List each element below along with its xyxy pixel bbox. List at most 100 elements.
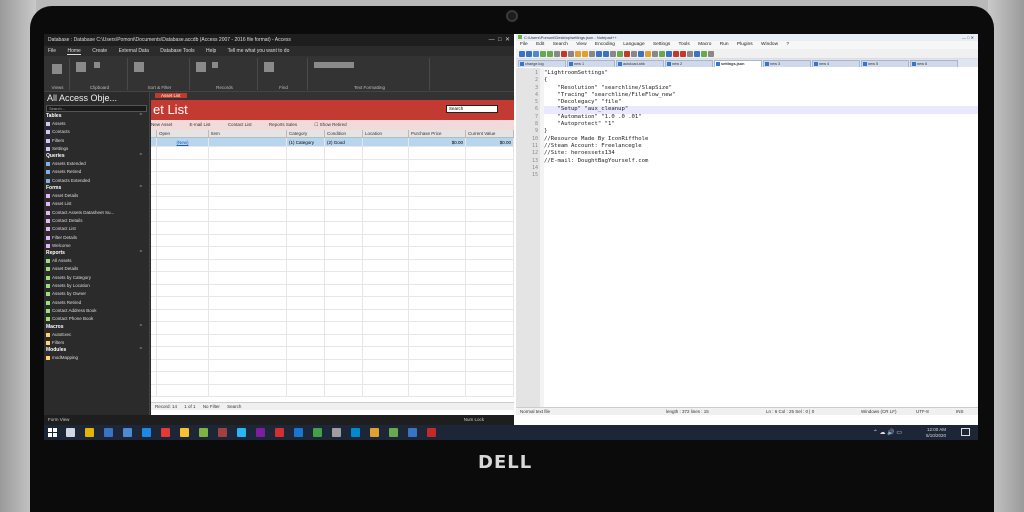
contact-list-button[interactable]: Contact List	[228, 122, 252, 127]
toolbar-button-icon[interactable]	[687, 50, 693, 57]
find-icon[interactable]	[264, 62, 274, 72]
nav-item[interactable]: Filter Details	[44, 234, 149, 242]
toolbar-button-icon[interactable]	[519, 50, 525, 57]
file-tab[interactable]: new 6	[910, 60, 958, 67]
nav-section-header[interactable]: Modules	[44, 347, 149, 354]
menu-help[interactable]: ?	[786, 42, 789, 47]
paste-icon[interactable]	[76, 62, 86, 72]
toolbar-button-icon[interactable]	[638, 50, 644, 57]
tab-file[interactable]: File	[48, 48, 56, 54]
code-line[interactable]	[544, 165, 978, 172]
taskbar-app-icon[interactable]	[275, 428, 284, 437]
menu-search[interactable]: Search	[553, 42, 568, 47]
taskbar-app-icon[interactable]	[199, 428, 208, 437]
column-header[interactable]: Item	[209, 130, 287, 137]
menu-view[interactable]: View	[576, 42, 586, 47]
toolbar-button-icon[interactable]	[617, 50, 623, 57]
nav-item[interactable]: Asset Details	[44, 265, 149, 273]
file-tab[interactable]: settings.json	[714, 60, 762, 67]
toolbar-button-icon[interactable]	[554, 50, 560, 57]
menu-encoding[interactable]: Encoding	[595, 42, 615, 47]
nav-item[interactable]: Filters	[44, 137, 149, 145]
clock[interactable]: 12:00 AM 5/10/2020	[926, 427, 946, 438]
nav-item[interactable]: Contact Details	[44, 217, 149, 225]
toolbar-button-icon[interactable]	[659, 50, 665, 57]
taskbar-app-icon[interactable]	[237, 428, 246, 437]
nav-item[interactable]: All Assets	[44, 257, 149, 265]
code-line[interactable]	[544, 172, 978, 179]
column-header[interactable]: Purchase Price	[409, 130, 466, 137]
nav-item[interactable]: Contacts	[44, 128, 149, 136]
npp-editor[interactable]: 1 2 3 4 5 6 7 8 9 10 11 12 13 14 15 "LightroomSettings…	[516, 68, 978, 407]
toolbar-button-icon[interactable]	[624, 50, 630, 57]
cell-category[interactable]: (1) Category	[287, 138, 325, 146]
tab-external-data[interactable]: External Data	[119, 48, 149, 54]
column-header[interactable]: Location	[363, 130, 409, 137]
notification-icon[interactable]	[961, 428, 970, 436]
toolbar-button-icon[interactable]	[666, 50, 672, 57]
taskbar-app-icon[interactable]	[332, 428, 341, 437]
taskbar-app-icon[interactable]	[123, 428, 132, 437]
nav-pane-title[interactable]: All Access Obje...	[44, 92, 149, 104]
code-line[interactable]: {	[544, 77, 978, 84]
nav-item[interactable]: Assets by Owner	[44, 290, 149, 298]
code-line[interactable]: //Steam Account: Freelancegle	[544, 143, 978, 150]
nav-item[interactable]: Contact Phone Book	[44, 315, 149, 323]
toolbar-button-icon[interactable]	[533, 50, 539, 57]
taskbar-app-icon[interactable]	[370, 428, 379, 437]
menu-language[interactable]: Language	[623, 42, 644, 47]
font-selector[interactable]	[314, 62, 354, 68]
menu-settings[interactable]: Settings	[653, 42, 670, 47]
toolbar-button-icon[interactable]	[568, 50, 574, 57]
menu-plugins[interactable]: Plugins	[737, 42, 753, 47]
code-area[interactable]: "LightroomSettings"{ "Resolution" "searc…	[544, 68, 978, 407]
tab-help[interactable]: Help	[206, 48, 216, 54]
reports-button[interactable]: Reports Sales	[269, 122, 297, 127]
cell-item[interactable]	[209, 138, 287, 146]
toolbar-button-icon[interactable]	[694, 50, 700, 57]
taskbar-app-icon[interactable]	[104, 428, 113, 437]
start-button[interactable]	[48, 428, 57, 437]
nav-item[interactable]: Contact Address Book	[44, 307, 149, 315]
table-row[interactable]: (New) (1) Category (2) Good $0.00 $0.00	[151, 138, 514, 147]
toolbar-button-icon[interactable]	[673, 50, 679, 57]
toolbar-button-icon[interactable]	[645, 50, 651, 57]
taskbar-app-icon[interactable]	[66, 428, 75, 437]
taskbar-app-icon[interactable]	[294, 428, 303, 437]
nav-item[interactable]: Assets by Category	[44, 274, 149, 282]
cell-current-value[interactable]: $0.00	[466, 138, 514, 146]
menu-run[interactable]: Run	[720, 42, 729, 47]
menu-tools[interactable]: Tools	[679, 42, 690, 47]
nav-item[interactable]: Assets Extended	[44, 160, 149, 168]
toolbar-button-icon[interactable]	[561, 50, 567, 57]
toolbar-button-icon[interactable]	[589, 50, 595, 57]
open-link[interactable]: (New)	[157, 138, 209, 146]
code-line[interactable]: //Resource Made By IconRiffhole	[544, 136, 978, 143]
tab-home[interactable]: Home	[67, 48, 81, 55]
taskbar-app-icon[interactable]	[180, 428, 189, 437]
menu-window[interactable]: Window	[761, 42, 778, 47]
toolbar-button-icon[interactable]	[603, 50, 609, 57]
toolbar-button-icon[interactable]	[701, 50, 707, 57]
taskbar-app-icon[interactable]	[408, 428, 417, 437]
toolbar-button-icon[interactable]	[526, 50, 532, 57]
file-tab[interactable]: new 4	[812, 60, 860, 67]
file-tab[interactable]: new 2	[665, 60, 713, 67]
code-line[interactable]: //E-mail: DoughtBagYourself.com	[544, 158, 978, 165]
email-list-button[interactable]: E-mail List	[190, 122, 211, 127]
nav-section-header[interactable]: Queries	[44, 153, 149, 160]
nav-item[interactable]: Contact Assets Datasheet Su...	[44, 209, 149, 217]
refresh-icon[interactable]	[196, 62, 206, 72]
taskbar-app-icon[interactable]	[142, 428, 151, 437]
taskbar-app-icon[interactable]	[256, 428, 265, 437]
menu-file[interactable]: File	[520, 42, 528, 47]
taskbar-app-icon[interactable]	[161, 428, 170, 437]
doc-tab-asset-list[interactable]: Asset List	[155, 93, 187, 98]
toolbar-button-icon[interactable]	[582, 50, 588, 57]
nav-item[interactable]: Settings	[44, 145, 149, 153]
column-header[interactable]: Open	[157, 130, 209, 137]
file-tab[interactable]: autoload.ahk	[616, 60, 664, 67]
record-search[interactable]: Search	[227, 404, 241, 409]
toolbar-button-icon[interactable]	[708, 50, 714, 57]
toolbar-button-icon[interactable]	[680, 50, 686, 57]
